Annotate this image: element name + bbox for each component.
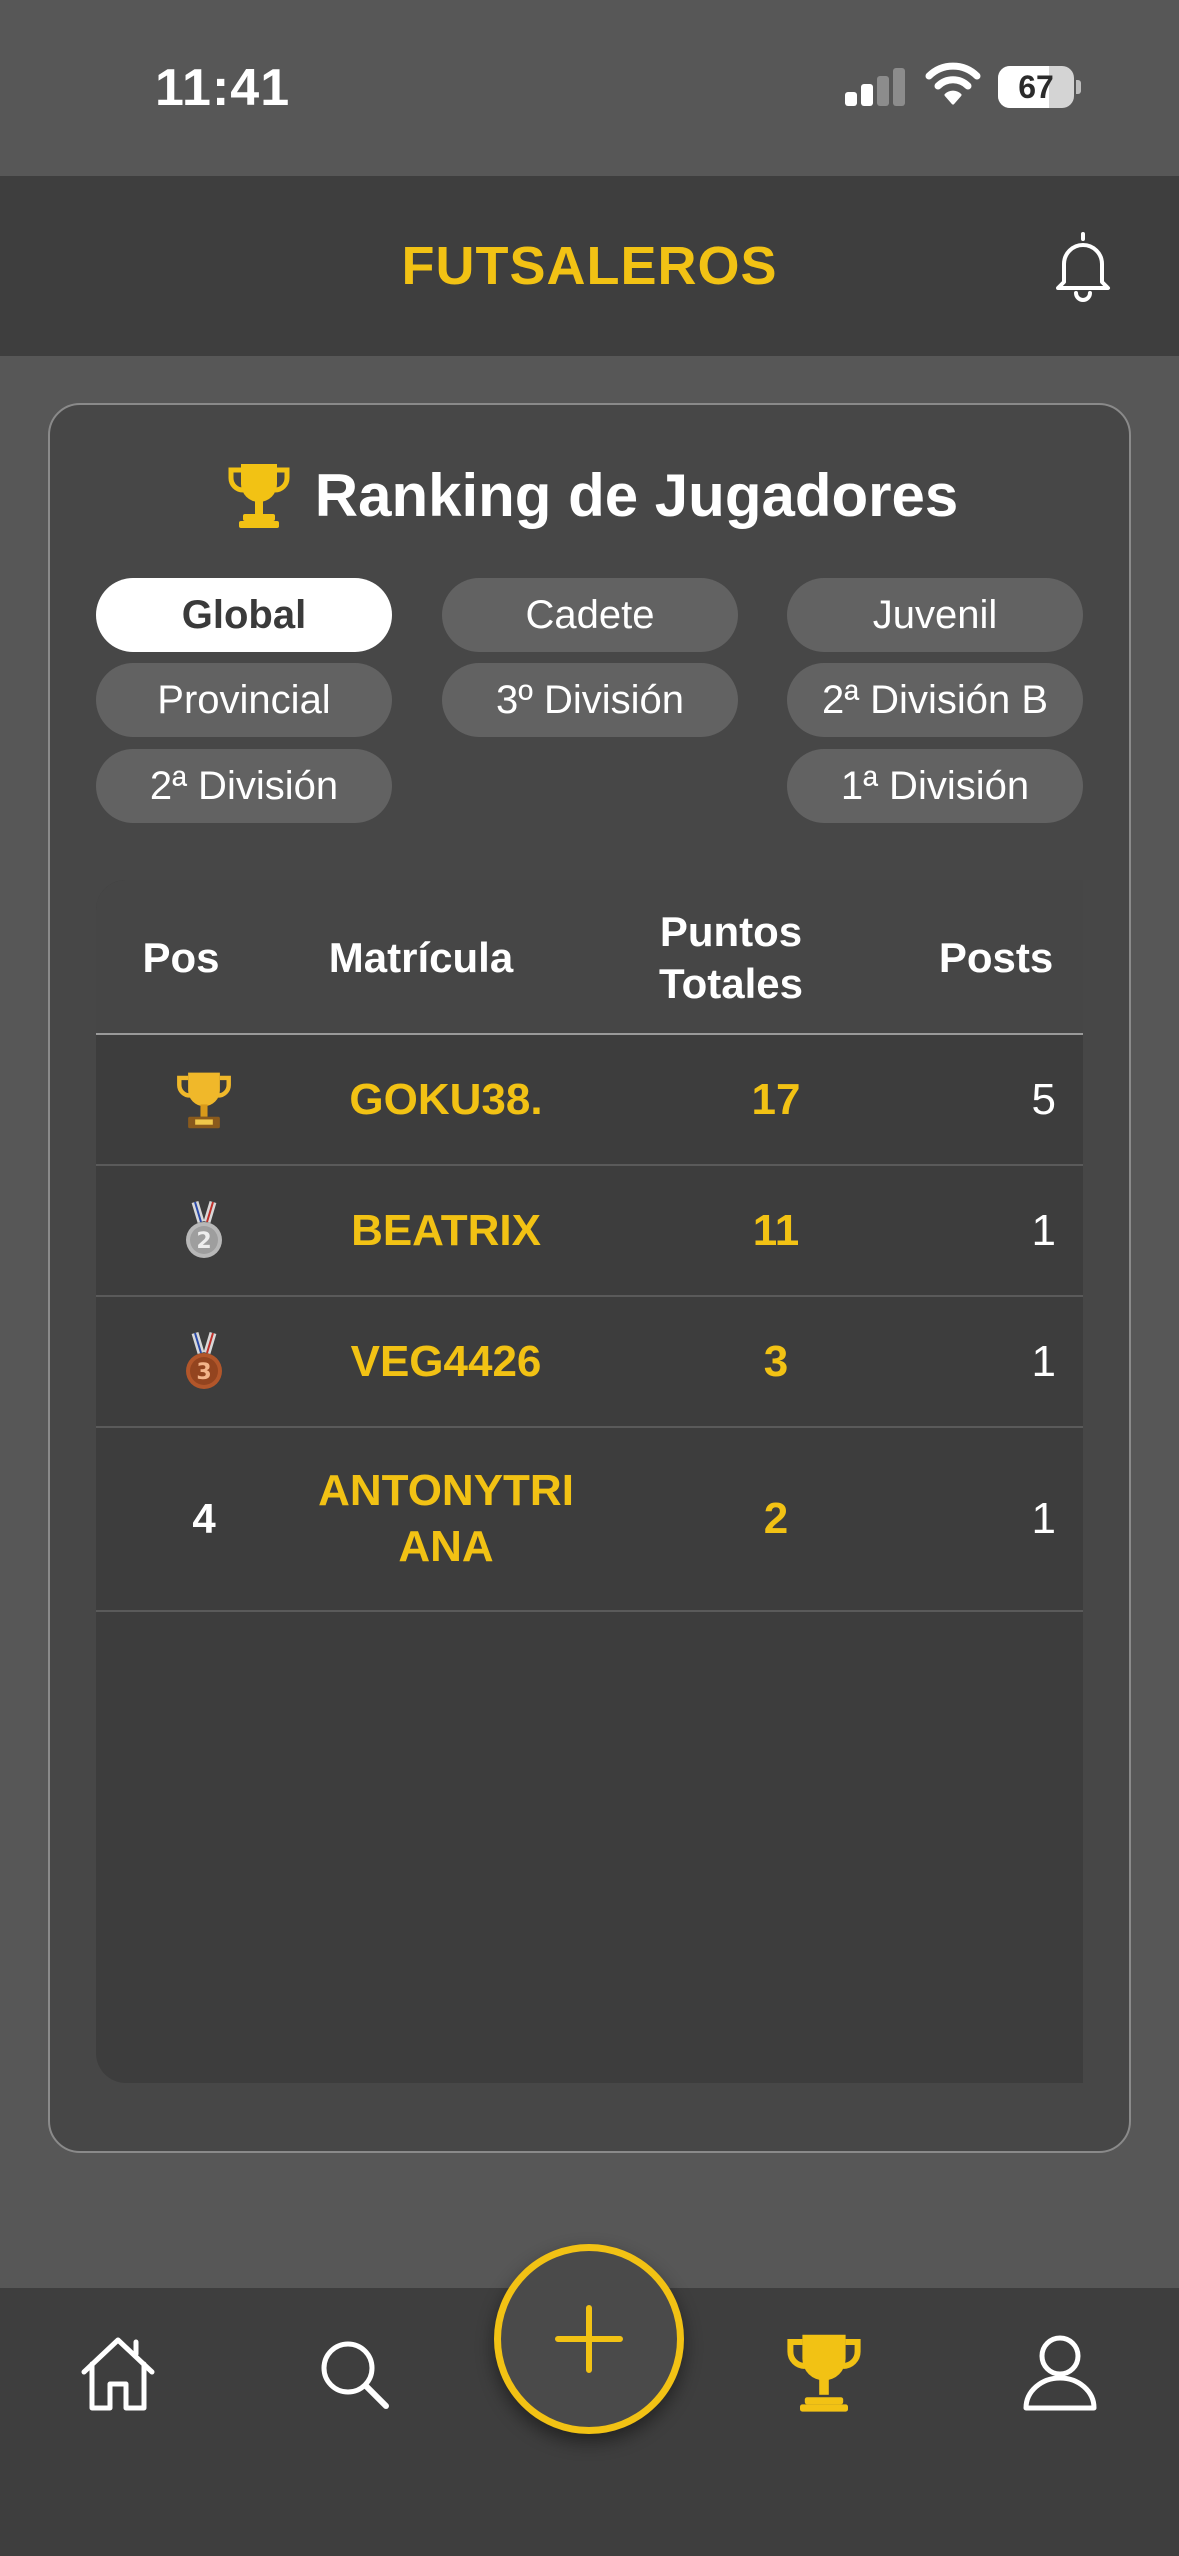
silver-medal-icon: 2 [186, 1200, 222, 1258]
filter-chip-provincial[interactable]: Provincial [96, 663, 392, 737]
svg-text:3: 3 [196, 1360, 211, 1385]
player-matricula[interactable]: ANTONYTRIANA [311, 1428, 581, 1610]
filter-chip-2-division-b[interactable]: 2ª División B [787, 663, 1083, 737]
player-posts: 1 [1031, 1205, 1056, 1255]
filter-chip-2-division[interactable]: 2ª División [96, 749, 392, 823]
trophy-icon [177, 1072, 231, 1128]
svg-text:2: 2 [196, 1229, 211, 1254]
battery-level: 67 [1018, 69, 1054, 105]
battery-icon: 67 [998, 66, 1081, 108]
home-icon[interactable] [76, 2332, 160, 2416]
app-header: FUTSALEROS [0, 176, 1179, 356]
column-header-posts: Posts [938, 933, 1054, 981]
filter-chip-juvenil[interactable]: Juvenil [787, 578, 1083, 652]
player-posts: 1 [1031, 1494, 1056, 1543]
table-header: Pos Matrícula Puntos Totales Posts [96, 880, 1083, 1035]
player-matricula[interactable]: VEG4426 [296, 1297, 596, 1426]
rank-cell [156, 1035, 252, 1164]
column-header-matricula: Matrícula [328, 933, 514, 981]
player-matricula[interactable]: BEATRIX [296, 1166, 596, 1295]
player-matricula[interactable]: GOKU38. [296, 1035, 596, 1164]
ranking-table: Pos Matrícula Puntos Totales Posts GOKU3… [96, 880, 1083, 2083]
player-points: 3 [763, 1336, 789, 1386]
add-post-button[interactable] [494, 2244, 684, 2434]
player-points: 11 [752, 1205, 800, 1255]
plus-icon [555, 2305, 623, 2373]
trophy-icon [228, 464, 290, 528]
trophy-icon[interactable] [782, 2330, 866, 2414]
player-points: 17 [751, 1074, 801, 1124]
ranking-title: Ranking de Jugadores [314, 461, 959, 529]
app-title: FUTSALEROS [401, 236, 778, 296]
player-posts: 1 [1031, 1336, 1056, 1386]
column-header-pos: Pos [142, 933, 220, 981]
table-row[interactable]: 4 ANTONYTRIANA 2 1 [96, 1428, 1083, 1612]
ranking-title-row: Ranking de Jugadores [50, 455, 1133, 535]
search-icon[interactable] [312, 2332, 396, 2416]
bronze-medal-icon: 3 [186, 1331, 222, 1389]
table-row[interactable]: 2 BEATRIX 11 1 [96, 1166, 1083, 1297]
table-row[interactable]: GOKU38. 17 5 [96, 1035, 1083, 1166]
player-posts: 5 [1031, 1074, 1056, 1124]
cellular-signal-icon [845, 66, 905, 106]
bell-icon[interactable] [1052, 230, 1114, 302]
filter-chip-1-division[interactable]: 1ª División [787, 749, 1083, 823]
player-points: 2 [763, 1494, 789, 1543]
rank-cell: 2 [156, 1166, 252, 1295]
wifi-icon [925, 62, 981, 105]
profile-icon[interactable] [1018, 2330, 1102, 2414]
rank-cell: 3 [156, 1297, 252, 1426]
filter-chip-global[interactable]: Global [96, 578, 392, 652]
rank-number: 4 [192, 1495, 216, 1542]
filter-chip-3-division[interactable]: 3º División [442, 663, 738, 737]
status-bar: 11:41 67 [0, 0, 1179, 176]
table-row[interactable]: 3 VEG4426 3 1 [96, 1297, 1083, 1428]
column-header-puntos: Puntos Totales [659, 907, 803, 1007]
filter-chip-cadete[interactable]: Cadete [442, 578, 738, 652]
status-time: 11:41 [155, 59, 291, 117]
